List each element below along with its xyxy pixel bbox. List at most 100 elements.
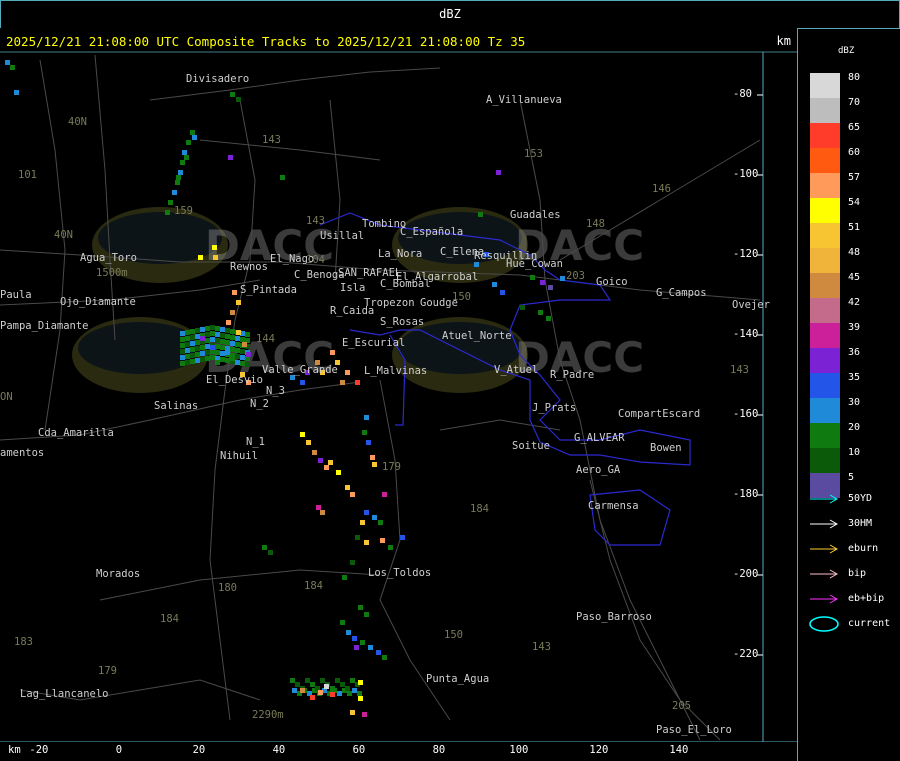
echo-cell: [380, 538, 385, 543]
map-number: 205: [672, 700, 691, 712]
legend-value: 80: [848, 72, 861, 83]
echo-cell: [185, 336, 190, 341]
echo-cell: [235, 360, 240, 365]
x-tick-label: 20: [192, 744, 206, 756]
y-tick-label: -120: [733, 248, 759, 260]
place-label: R_Padre: [550, 369, 595, 381]
echo-cell: [364, 415, 369, 420]
legend-track-label: eburn: [848, 543, 879, 554]
legend-title: dBZ: [838, 46, 855, 56]
place-label: S_Pintada: [240, 284, 297, 296]
place-label: Valle_Grande: [262, 364, 338, 376]
echo-cell: [200, 357, 205, 362]
echo-cell: [220, 333, 225, 338]
echo-cell: [235, 348, 240, 353]
place-label: L_Malvinas: [364, 365, 428, 377]
x-tick-label: 0: [115, 744, 123, 756]
echo-cell: [180, 331, 185, 336]
echo-cell: [310, 682, 315, 687]
legend-swatch: [810, 148, 840, 173]
echo-cell: [245, 332, 250, 337]
echo-cell: [200, 327, 205, 332]
place-label: CompartEscard: [618, 408, 701, 420]
echo-cell: [388, 545, 393, 550]
echo-cell: [262, 545, 267, 550]
place-label: Aero_GA: [576, 464, 621, 476]
place-label: El_Desvio: [206, 374, 263, 386]
y-tick-label: -140: [733, 328, 759, 340]
echo-cell: [180, 355, 185, 360]
map-number: 203: [566, 270, 585, 282]
echo-cell: [478, 212, 483, 217]
echo-cell: [366, 440, 371, 445]
place-label: R_Caida: [330, 305, 375, 317]
echo-cell: [235, 354, 240, 359]
place-label: Isla: [340, 282, 366, 294]
echo-cell: [240, 337, 245, 342]
echo-cell: [180, 160, 185, 165]
map-number: 1500m: [96, 267, 128, 279]
echo-cell: [195, 328, 200, 333]
place-label: A_Villanueva: [486, 94, 562, 106]
echo-cell: [236, 330, 241, 335]
legend-value: 60: [848, 147, 861, 158]
echo-cell: [358, 696, 363, 701]
place-label: Los_Toldos: [368, 567, 432, 579]
echo-cell: [195, 358, 200, 363]
y-tick-label: -180: [733, 488, 759, 500]
map-number: 150: [444, 629, 463, 641]
echo-cell: [538, 310, 543, 315]
echo-cell: [210, 337, 215, 342]
echo-cell: [220, 327, 225, 332]
echo-cell: [492, 282, 497, 287]
echo-cell: [330, 350, 335, 355]
radar-display: dBZ 2025/12/21 21:08:00 UTC Composite Tr…: [0, 0, 900, 761]
legend-swatch: [810, 423, 840, 448]
echo-cell: [180, 337, 185, 342]
place-label: Morados: [96, 568, 141, 580]
echo-cell: [178, 170, 183, 175]
echo-cell: [225, 358, 230, 363]
echo-cell: [362, 712, 367, 717]
echo-cell: [240, 355, 245, 360]
place-label: La_Nora: [378, 248, 423, 260]
echo-cell: [300, 380, 305, 385]
echo-cell: [354, 645, 359, 650]
place-label: Bowen: [650, 442, 682, 454]
echo-cell: [205, 332, 210, 337]
place-label: N_2: [250, 398, 269, 410]
y-tick-label: -80: [733, 88, 752, 100]
echo-cell: [215, 350, 220, 355]
echo-cell: [352, 636, 357, 641]
echo-cell: [520, 305, 525, 310]
map-number: 180: [218, 582, 237, 594]
echo-cell: [540, 280, 545, 285]
echo-cell: [546, 316, 551, 321]
echo-cell: [225, 340, 230, 345]
x-tick-label: 80: [432, 744, 446, 756]
echo-cell: [200, 345, 205, 350]
echo-cell: [357, 691, 362, 696]
echo-cell: [190, 347, 195, 352]
echo-cell: [474, 262, 479, 267]
echo-cell: [300, 432, 305, 437]
echo-cell: [300, 688, 305, 693]
place-label: S_Rosas: [380, 316, 425, 328]
echo-cell: [185, 342, 190, 347]
legend-swatch: [810, 273, 840, 298]
echo-cell: [230, 356, 235, 361]
legend-value: 30: [848, 397, 861, 408]
echo-cell: [548, 285, 553, 290]
place-label: Paso_Barroso: [576, 611, 652, 623]
echo-cell: [210, 355, 215, 360]
echo-cell: [228, 155, 233, 160]
echo-cell: [372, 515, 377, 520]
legend-value: 5: [848, 472, 855, 483]
x-tick-label: 120: [589, 744, 609, 756]
map-number: 40N: [68, 116, 87, 128]
echo-cell: [180, 343, 185, 348]
legend-value: 10: [848, 447, 861, 458]
echo-cell: [290, 678, 295, 683]
place-label: Ovejer: [732, 299, 770, 311]
echo-cell: [346, 630, 351, 635]
